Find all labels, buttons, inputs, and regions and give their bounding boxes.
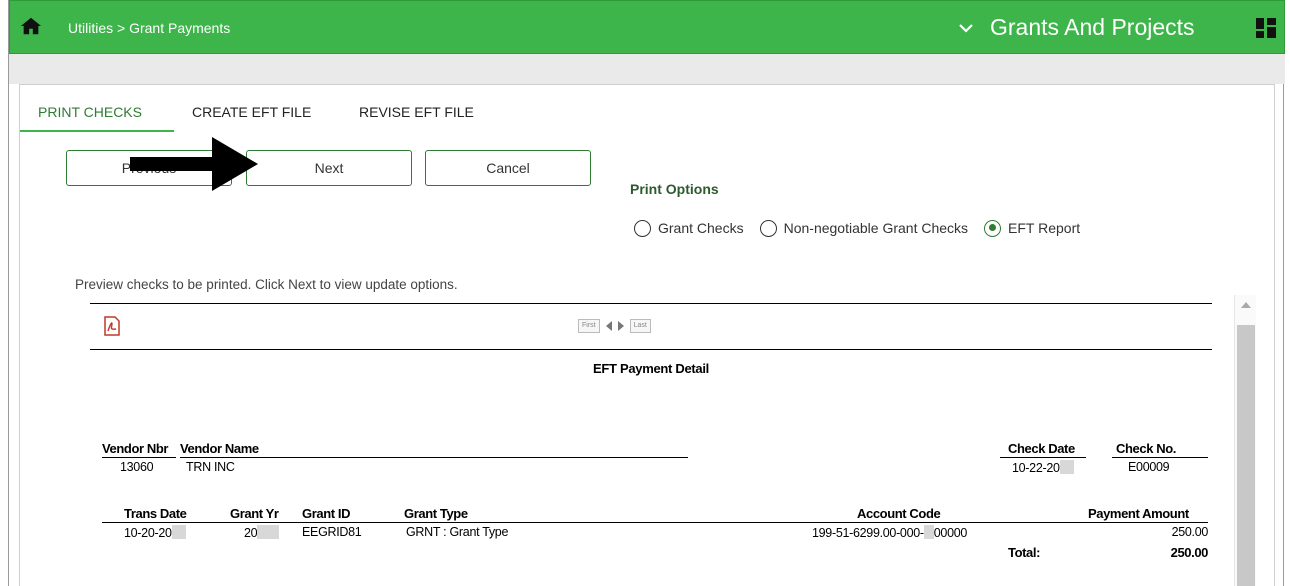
header-grant-yr: Grant Yr (230, 506, 279, 521)
print-options-radio-group: Grant Checks Non-negotiable Grant Checks… (634, 217, 1096, 239)
scroll-up-icon[interactable] (1241, 302, 1251, 308)
vendor-name-rule (180, 457, 688, 458)
radio-eft-report[interactable] (984, 219, 1002, 237)
app-title: Grants And Projects (990, 14, 1195, 40)
next-button[interactable]: Next (246, 150, 412, 186)
main-panel: PRINT CHECKS CREATE EFT FILE REVISE EFT … (19, 84, 1275, 586)
total-label: Total: (1008, 545, 1041, 560)
detail-header-rule (102, 522, 1208, 523)
tab-bar: PRINT CHECKS CREATE EFT FILE REVISE EFT … (20, 85, 820, 133)
redacted-block (1059, 460, 1074, 474)
check-date-rule (1000, 457, 1086, 458)
redacted-block (257, 525, 280, 539)
report-scrollbar[interactable] (1234, 295, 1256, 586)
report-viewer: First Last EFT Payment Detail Vendor Nbr… (90, 303, 1212, 586)
home-icon[interactable] (20, 15, 42, 37)
check-no-rule (1112, 457, 1208, 458)
pdf-export-icon[interactable] (102, 316, 122, 336)
pager-next-icon[interactable] (617, 321, 624, 331)
grant-yr-value: 20 (244, 525, 280, 540)
tab-create-eft-file[interactable]: CREATE EFT FILE (192, 104, 311, 120)
previous-button[interactable]: Previous (66, 150, 232, 186)
grant-yr-text: 20 (244, 526, 258, 540)
active-tab-indicator (20, 130, 174, 132)
vendor-nbr-value: 13060 (120, 460, 154, 474)
pager-last-button[interactable]: Last (629, 319, 651, 333)
app-frame: Utilities > Grant Payments Grants And Pr… (8, 0, 1285, 586)
check-no-value: E00009 (1128, 460, 1170, 474)
radio-label-eft-report: EFT Report (1008, 220, 1081, 236)
header-vendor-nbr: Vendor Nbr (102, 441, 169, 456)
trans-date-text: 10-20-20 (124, 526, 172, 540)
total-value: 250.00 (1170, 545, 1209, 560)
grant-type-value: GRNT : Grant Type (406, 525, 509, 539)
report-top-rule (90, 303, 1212, 304)
vendor-nbr-rule (102, 457, 176, 458)
check-date-text: 10-22-20 (1012, 461, 1060, 475)
print-options-label: Print Options (630, 181, 719, 197)
grant-id-value: EEGRID81 (302, 525, 362, 539)
dashboard-grid-icon[interactable] (1256, 18, 1276, 38)
payment-amount-value: 250.00 (1171, 525, 1209, 539)
redacted-block (923, 525, 934, 539)
account-code-value: 199-51-6299.00-000- 00000 (812, 525, 967, 540)
header-account-code: Account Code (857, 506, 941, 521)
vendor-name-value: TRN INC (186, 460, 235, 474)
header-payment-amount: Payment Amount (1088, 506, 1189, 521)
redacted-block (171, 525, 186, 539)
scroll-thumb[interactable] (1237, 325, 1255, 586)
pager-prev-icon[interactable] (605, 321, 612, 331)
account-code-suffix: 00000 (933, 526, 968, 540)
header-grant-type: Grant Type (404, 506, 468, 521)
cancel-button[interactable]: Cancel (425, 150, 591, 186)
header-vendor-name: Vendor Name (180, 441, 259, 456)
check-date-value: 10-22-20 (1012, 460, 1074, 475)
trans-date-value: 10-20-20 (124, 525, 186, 540)
chevron-down-icon[interactable] (958, 21, 974, 35)
radio-label-non-negotiable-grant-checks: Non-negotiable Grant Checks (783, 220, 969, 236)
tab-revise-eft-file[interactable]: REVISE EFT FILE (359, 104, 474, 120)
tab-print-checks[interactable]: PRINT CHECKS (38, 104, 142, 120)
top-bar: Utilities > Grant Payments Grants And Pr… (9, 0, 1285, 54)
radio-grant-checks[interactable] (634, 219, 651, 237)
header-check-no: Check No. (1116, 441, 1176, 456)
report-pager: First Last (578, 319, 651, 333)
pager-first-button[interactable]: First (578, 319, 600, 333)
preview-instructions: Preview checks to be printed. Click Next… (75, 277, 458, 292)
radio-label-grant-checks: Grant Checks (658, 220, 744, 236)
sub-header-bar (9, 54, 1285, 84)
header-grant-id: Grant ID (302, 506, 351, 521)
radio-non-negotiable-grant-checks[interactable] (759, 219, 777, 237)
header-check-date: Check Date (1008, 441, 1075, 456)
account-code-prefix: 199-51-6299.00-000- (812, 526, 924, 540)
report-title: EFT Payment Detail (593, 361, 709, 376)
breadcrumb: Utilities > Grant Payments (68, 20, 231, 36)
report-toolbar-rule (90, 349, 1212, 350)
header-trans-date: Trans Date (124, 506, 187, 521)
